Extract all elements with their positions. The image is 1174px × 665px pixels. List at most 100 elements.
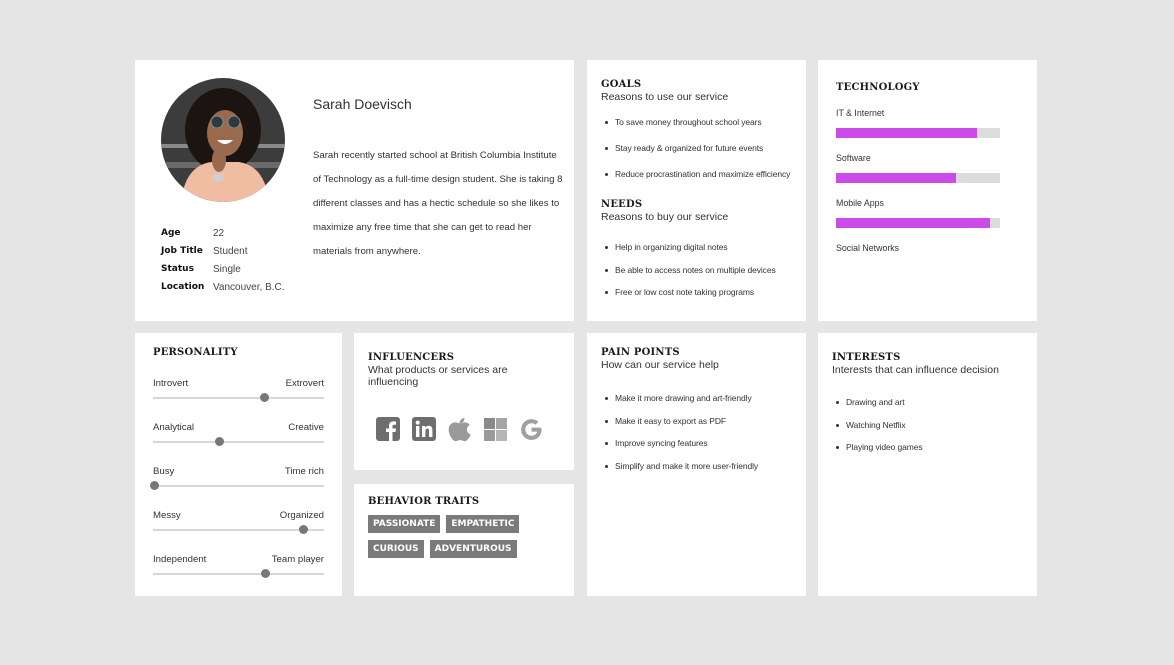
persona-name: Sarah Doevisch xyxy=(313,96,412,112)
google-icon xyxy=(521,418,542,440)
goals-subtitle: Reasons to use our service xyxy=(601,91,729,103)
fact-value: 22 xyxy=(213,227,225,239)
interests-card: INTERESTS Interests that can influence d… xyxy=(818,333,1037,596)
slider-right-label: Extrovert xyxy=(285,378,324,389)
avatar xyxy=(161,78,285,202)
list-item: To save money throughout school years xyxy=(601,117,792,143)
slider-left-label: Analytical xyxy=(153,422,195,433)
tech-bar-fill xyxy=(836,173,956,183)
list-item: Watching Netflix xyxy=(832,420,1023,443)
persona-bio: Sarah recently started school at British… xyxy=(313,150,563,257)
influencer-icons xyxy=(376,416,560,442)
tech-bar-fill xyxy=(836,218,991,228)
needs-subtitle: Reasons to buy our service xyxy=(601,211,729,223)
slider-track[interactable] xyxy=(153,397,324,399)
fact-value: Student xyxy=(213,245,248,257)
microsoft-icon xyxy=(484,417,507,441)
tech-bar-fill xyxy=(836,128,978,138)
linkedin-icon xyxy=(412,417,436,441)
behavior-title: BEHAVIOR TRAITS xyxy=(368,496,480,507)
list-item: Help in organizing digital notes xyxy=(601,242,792,265)
needs-list: Help in organizing digital notes Be able… xyxy=(601,242,792,310)
tech-item-it-internet: IT & Internet xyxy=(836,108,1019,138)
tech-item-social-networks: Social Networks xyxy=(836,243,1019,253)
list-item: Improve syncing features xyxy=(601,438,792,461)
slider-thumb[interactable] xyxy=(259,393,269,402)
slider-left-label: Independent xyxy=(153,554,207,565)
pain-points-subtitle: How can our service help xyxy=(601,359,719,371)
list-item: Be able to access notes on multiple devi… xyxy=(601,265,792,288)
slider-thumb[interactable] xyxy=(150,481,160,490)
fact-job-title: Job Title Student xyxy=(161,242,285,260)
profile-facts: Age 22 Job Title Student Status Single L… xyxy=(161,224,285,296)
influencers-card: INFLUENCERS What products or services ar… xyxy=(354,333,574,470)
slider-right-label: Team player xyxy=(271,554,324,565)
tech-bar-track xyxy=(836,218,1000,228)
technology-card: TECHNOLOGY IT & Internet Software Mobile… xyxy=(818,60,1037,321)
personality-sliders: Introvert Extrovert Analytical Creative Bu… xyxy=(150,378,324,598)
needs-title: NEEDS xyxy=(601,199,643,210)
behavior-traits-card: BEHAVIOR TRAITS PASSIONATE EMPATHETIC CU… xyxy=(354,484,574,596)
slider-right-label: Time rich xyxy=(284,466,324,477)
influencers-subtitle: What products or services are influencin… xyxy=(368,364,508,388)
fact-label: Age xyxy=(161,228,181,238)
interests-list: Drawing and art Watching Netflix Playing… xyxy=(832,397,1023,465)
trait-tag: EMPATHETIC xyxy=(446,515,520,533)
slider-right-label: Creative xyxy=(288,422,324,433)
pain-points-list: Make it more drawing and art-friendly Ma… xyxy=(601,393,792,484)
goals-title: GOALS xyxy=(601,79,642,90)
tech-item-mobile-apps: Mobile Apps xyxy=(836,198,1019,228)
fact-value: Vancouver, B.C. xyxy=(213,281,285,293)
interests-subtitle: Interests that can influence decision xyxy=(832,364,999,376)
tech-label: Mobile Apps xyxy=(836,198,884,208)
tech-item-software: Software xyxy=(836,153,1019,183)
tech-label: Social Networks xyxy=(836,243,900,253)
interests-title: INTERESTS xyxy=(832,352,901,363)
slider-independent-team-player: Independent Team player xyxy=(153,554,324,598)
list-item: Reduce procrastination and maximize effi… xyxy=(601,169,792,195)
fact-location: Location Vancouver, B.C. xyxy=(161,278,285,296)
influencers-title: INFLUENCERS xyxy=(368,352,455,363)
tech-label: Software xyxy=(836,153,871,163)
slider-left-label: Busy xyxy=(153,466,175,477)
technology-title: TECHNOLOGY xyxy=(836,82,920,93)
slider-introvert-extrovert: Introvert Extrovert xyxy=(153,378,324,422)
facebook-icon xyxy=(376,417,400,441)
tech-bar-track xyxy=(836,173,1000,183)
slider-thumb[interactable] xyxy=(261,569,271,578)
trait-tag: CURIOUS xyxy=(368,540,424,558)
fact-label: Status xyxy=(161,264,194,274)
personality-card: PERSONALITY Introvert Extrovert Analytica… xyxy=(135,333,342,596)
slider-thumb[interactable] xyxy=(298,525,308,534)
slider-track[interactable] xyxy=(153,485,324,487)
goals-list: To save money throughout school years St… xyxy=(601,117,792,195)
pain-points-card: PAIN POINTS How can our service help Mak… xyxy=(587,333,806,596)
trait-tag: ADVENTUROUS xyxy=(429,540,517,558)
fact-age: Age 22 xyxy=(161,224,285,242)
list-item: Make it easy to export as PDF xyxy=(601,416,792,439)
profile-card: Age 22 Job Title Student Status Single L… xyxy=(135,60,574,321)
list-item: Make it more drawing and art-friendly xyxy=(601,393,792,416)
trait-tags: PASSIONATE EMPATHETIC CURIOUS ADVENTUROU… xyxy=(368,515,560,558)
fact-label: Location xyxy=(161,282,205,292)
trait-tag: PASSIONATE xyxy=(368,515,441,533)
slider-messy-organized: Messy Organized xyxy=(153,510,324,554)
fact-status: Status Single xyxy=(161,260,285,278)
list-item: Drawing and art xyxy=(832,397,1023,420)
goals-needs-card: GOALS Reasons to use our service To save… xyxy=(587,60,806,321)
tech-bar-track xyxy=(836,128,1000,138)
slider-left-label: Messy xyxy=(153,510,181,521)
list-item: Stay ready & organized for future events xyxy=(601,143,792,169)
list-item: Simplify and make it more user-friendly xyxy=(601,461,792,484)
fact-value: Single xyxy=(213,263,241,275)
slider-busy-time-rich: Busy Time rich xyxy=(150,466,324,510)
list-item: Free or low cost note taking programs xyxy=(601,287,792,310)
slider-track[interactable] xyxy=(153,573,324,575)
slider-left-label: Introvert xyxy=(153,378,189,389)
slider-thumb[interactable] xyxy=(215,437,225,446)
avatar-photo xyxy=(161,78,285,202)
slider-analytical-creative: Analytical Creative xyxy=(153,422,324,466)
pain-points-title: PAIN POINTS xyxy=(601,347,680,358)
personality-title: PERSONALITY xyxy=(153,347,238,358)
slider-track[interactable] xyxy=(153,441,324,443)
